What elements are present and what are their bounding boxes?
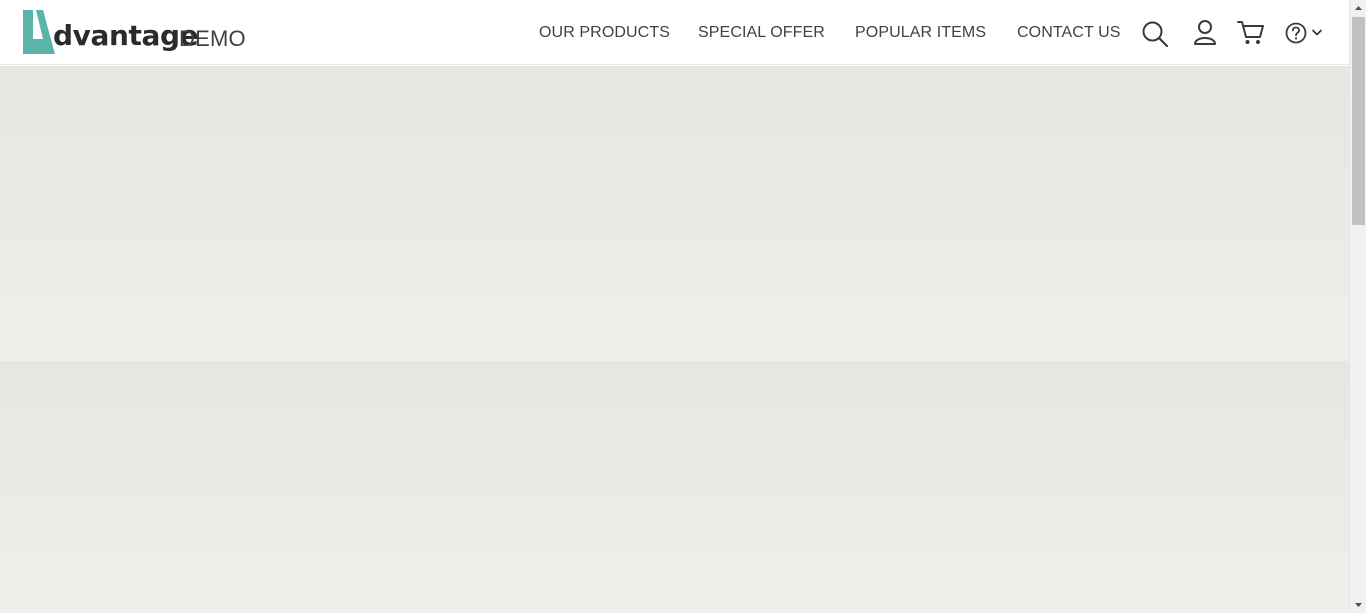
logo-wordmark: dvantage xyxy=(53,19,199,52)
nav-contact-us[interactable]: CONTACT US xyxy=(1017,24,1121,42)
nav-special-offer[interactable]: SPECIAL OFFER xyxy=(698,24,825,42)
site-header: dvantage DEMO OUR PRODUCTS SPECIAL OFFER… xyxy=(0,0,1349,65)
content-section xyxy=(0,361,1349,613)
nav-our-products[interactable]: OUR PRODUCTS xyxy=(539,24,670,42)
nav-popular-items[interactable]: POPULAR ITEMS xyxy=(855,24,986,42)
hero-banner xyxy=(0,66,1349,361)
chevron-down-icon xyxy=(1312,29,1322,36)
page: dvantage DEMO OUR PRODUCTS SPECIAL OFFER… xyxy=(0,0,1349,613)
scroll-up-arrow-icon[interactable] xyxy=(1350,0,1366,17)
cart-icon[interactable] xyxy=(1237,20,1265,46)
scrollbar-thumb[interactable] xyxy=(1352,17,1365,225)
logo-suffix: DEMO xyxy=(179,26,246,51)
scroll-down-arrow-icon[interactable] xyxy=(1350,596,1366,613)
vertical-scrollbar[interactable] xyxy=(1349,0,1366,613)
help-menu[interactable] xyxy=(1285,21,1327,45)
search-icon[interactable] xyxy=(1141,20,1169,48)
help-icon xyxy=(1285,22,1307,44)
logo-mark-icon xyxy=(23,10,55,54)
user-icon[interactable] xyxy=(1192,19,1218,47)
